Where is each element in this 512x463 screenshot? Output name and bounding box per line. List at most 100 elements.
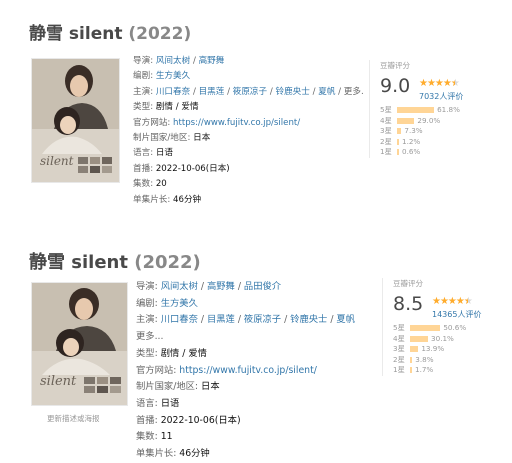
cast-link[interactable]: 目黑莲 [207, 314, 235, 325]
rating-bar-row: 2星 3.8% [393, 355, 508, 366]
premiere-row: 首播: 2022-10-06(日本) [133, 163, 230, 174]
cast-link[interactable]: 铃鹿央士 [290, 314, 327, 325]
cast-link[interactable]: 夏帆 [336, 314, 355, 325]
director-link[interactable]: 风间太树 [161, 281, 198, 292]
cast-link[interactable]: 目黑莲 [199, 87, 225, 97]
star-level-label: 4星 [380, 115, 392, 125]
poster-image[interactable]: silent [31, 58, 120, 183]
rating-bar-row: 5星 61.8% [380, 105, 495, 116]
year-text: (2022) [134, 252, 201, 273]
rating-percent: 0.6% [402, 147, 421, 156]
rating-bar-row: 4星 29.0% [380, 116, 495, 127]
episodes-value: 11 [160, 431, 173, 443]
rating-percent: 29.0% [417, 115, 441, 125]
premiere-row: 首播: 2022-10-06(日本) [136, 414, 241, 426]
genre-value: 剧情 / 爱情 [160, 347, 207, 359]
official-site-link[interactable]: https://www.fujitv.co.jp/silent/ [173, 118, 300, 128]
year-text: (2022) [128, 24, 192, 44]
rating-bar [410, 356, 413, 363]
writer-link[interactable]: 生方美久 [161, 298, 198, 309]
star-rating-icon: ★★★★★★ [419, 78, 460, 89]
rating-label: 豆瓣评分 [380, 61, 410, 70]
poster-image[interactable]: silent [31, 282, 128, 406]
cast-link[interactable]: 筱原凉子 [244, 314, 281, 325]
rating-bar [410, 367, 412, 373]
title-text: 静雪 silent [29, 252, 128, 273]
rating-bar-row: 5星 50.6% [393, 323, 508, 334]
rating-score: 8.5 [393, 293, 424, 315]
premiere-value: 2022-10-06(日本) [160, 414, 241, 426]
language-row: 语言: 日语 [133, 148, 174, 159]
runtime-row: 单集片长: 46分钟 [133, 194, 202, 205]
star-level-label: 1星 [393, 365, 405, 374]
cast-more-link[interactable]: 更多... [136, 331, 163, 342]
info-block: 导演: 风间太树 / 高野舞 编剧: 生方美久 主演: 川口春奈 / 目黑莲 /… [133, 54, 363, 208]
rating-bar [397, 117, 415, 124]
poster-title-text: silent [40, 154, 74, 168]
director-link[interactable]: 风间太树 [156, 56, 190, 66]
director-row: 导演: 风间太树 / 高野舞 [133, 56, 225, 66]
runtime-row: 单集片长: 46分钟 [136, 448, 210, 460]
cast-more-link[interactable]: 更多... [344, 87, 363, 97]
rating-bar-row: 1星 0.6% [380, 147, 495, 158]
rating-bar [397, 107, 435, 113]
rating-percent: 30.1% [431, 333, 454, 343]
language-row: 语言: 日语 [136, 397, 180, 409]
cast-link[interactable]: 筱原凉子 [233, 87, 267, 97]
director-link[interactable]: 品田俊介 [244, 281, 281, 292]
site-row: 官方网站: https://www.fujitv.co.jp/silent/ [133, 117, 301, 128]
director-row: 导演: 风间太树 / 高野舞 / 品田俊介 [136, 281, 282, 292]
title-text: 静雪 silent [29, 24, 123, 44]
cast-more-row: 更多... [136, 329, 371, 346]
rating-bar-row: 1星 1.7% [393, 365, 508, 376]
votes-link[interactable]: 14365人评价 [432, 309, 481, 320]
rating-panel: 豆瓣评分 8.5 ★★★★★★ 14365人评价 5星50.6%4星30.1%3… [382, 278, 508, 376]
genre-row: 类型: 剧情 / 爱情 [136, 347, 207, 359]
poster-art: silent [32, 283, 127, 405]
runtime-value: 46分钟 [173, 194, 202, 205]
writer-row: 编剧: 生方美久 [136, 297, 198, 309]
episodes-row: 集数: 20 [133, 179, 167, 190]
country-value: 日本 [193, 133, 211, 144]
runtime-value: 46分钟 [179, 448, 210, 460]
cast-row: 主演: 川口春奈 / 目黑莲 / 筱原凉子 / 铃鹿央士 / 夏帆 [136, 314, 356, 326]
cast-link[interactable]: 夏帆 [318, 87, 335, 97]
rating-percent: 50.6% [443, 323, 467, 332]
site-row: 官方网站: https://www.fujitv.co.jp/silent/ [136, 364, 317, 376]
rating-bar [410, 346, 419, 352]
rating-percent: 3.8% [415, 354, 434, 364]
rating-bar-row: 4星 30.1% [393, 334, 508, 345]
cast-link[interactable]: 铃鹿央士 [275, 87, 309, 97]
rating-percent: 13.9% [421, 344, 445, 353]
rating-bar-row: 2星 1.2% [380, 137, 495, 148]
rating-bar-row: 3星 7.3% [380, 126, 495, 137]
cast-link[interactable]: 川口春奈 [161, 314, 198, 325]
poster-title-text: silent [40, 374, 77, 389]
country-row: 制片国家/地区: 日本 [133, 133, 211, 144]
official-site-link[interactable]: https://www.fujitv.co.jp/silent/ [179, 365, 317, 376]
premiere-value: 2022-10-06(日本) [155, 163, 230, 174]
star-level-label: 4星 [393, 333, 405, 343]
rating-percent: 7.3% [404, 126, 423, 135]
cast-row: 主演: 川口春奈 / 目黑莲 / 筱原凉子 / 铃鹿央士 / 夏帆 / 更多..… [133, 85, 363, 100]
page-title: 静雪 silent (2022) [29, 248, 201, 274]
rating-bar [410, 325, 441, 331]
star-level-label: 2星 [393, 354, 405, 364]
star-level-label: 5星 [393, 323, 405, 332]
country-value: 日本 [201, 381, 220, 393]
star-level-label: 2星 [380, 136, 392, 146]
rating-score: 9.0 [380, 75, 411, 97]
rating-label: 豆瓣评分 [393, 279, 423, 288]
votes-link[interactable]: 7032人评价 [419, 91, 463, 102]
page-title: 静雪 silent (2022) [29, 19, 191, 44]
rating-bar [397, 128, 402, 134]
star-level-label: 3星 [393, 344, 405, 353]
cast-link[interactable]: 川口春奈 [156, 87, 190, 97]
writer-link[interactable]: 生方美久 [156, 71, 190, 81]
episodes-value: 20 [155, 179, 167, 190]
episodes-row: 集数: 11 [136, 431, 173, 443]
director-link[interactable]: 高野舞 [199, 56, 225, 66]
director-link[interactable]: 高野舞 [207, 281, 235, 292]
update-poster-link[interactable]: 更新描述或海报 [47, 413, 100, 424]
star-level-label: 1星 [380, 147, 392, 156]
